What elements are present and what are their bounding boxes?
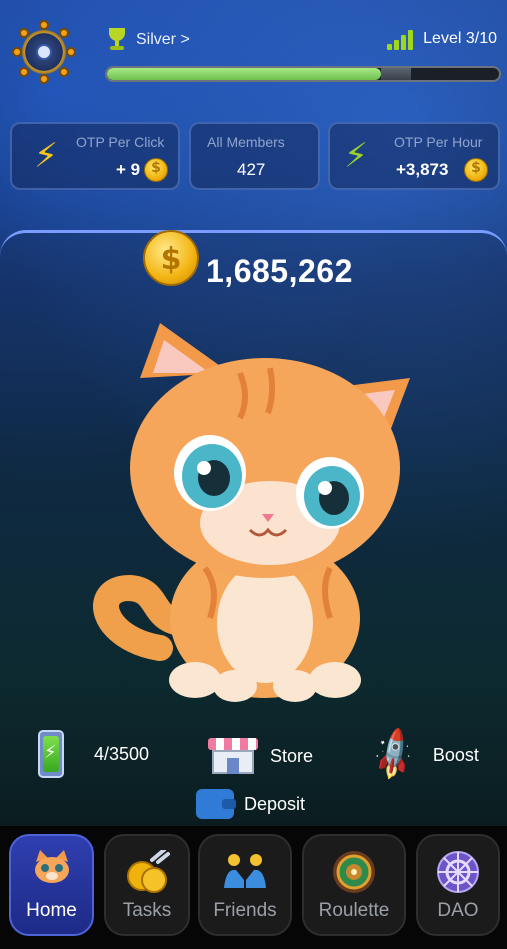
energy-value: 4/3500: [94, 743, 150, 764]
trophy-icon: [106, 28, 128, 52]
avatar-node: [59, 28, 69, 38]
nav-dao-label: DAO: [437, 900, 479, 921]
per-hour-label: OTP Per Hour: [394, 134, 483, 150]
level-progress-bar: [105, 66, 501, 82]
stats-row: ⚡ OTP Per Click + 9 All Members 427 ⚡ OT…: [10, 122, 500, 190]
per-click-value: + 9: [116, 160, 141, 179]
boost-button[interactable]: 🚀 Boost: [365, 726, 479, 785]
per-hour-card: ⚡ OTP Per Hour +3,873: [328, 122, 500, 190]
level-progress-remaining: [381, 68, 411, 80]
deposit-button[interactable]: Deposit: [196, 789, 305, 819]
per-click-label: OTP Per Click: [76, 134, 165, 150]
members-card: All Members 427: [189, 122, 320, 190]
nav-home-label: Home: [26, 900, 77, 921]
battery-icon: ⚡: [38, 730, 64, 778]
level-indicator: Level 3/10: [387, 28, 497, 50]
coins-icon: [127, 850, 170, 893]
avatar[interactable]: [12, 20, 76, 84]
roulette-icon: [333, 851, 375, 893]
nav-home[interactable]: Home: [9, 834, 94, 936]
wallet-icon: [196, 789, 236, 819]
cat-tap-target[interactable]: [90, 318, 440, 708]
per-hour-value: +3,873: [396, 160, 449, 179]
avatar-node: [19, 67, 29, 77]
lightning-icon: ⚡: [34, 136, 58, 176]
nav-dao[interactable]: DAO: [416, 834, 500, 936]
avatar-node: [39, 74, 49, 84]
top-bar: Silver > Level 3/10: [0, 0, 507, 110]
coin-icon: [144, 158, 168, 182]
user-icon: [36, 44, 52, 60]
avatar-node: [66, 47, 76, 57]
avatar-node: [39, 20, 49, 30]
balance-value: 1,685,262: [206, 253, 353, 289]
actions-area: ⚡ 4/3500 Store 🚀 Boost Deposit: [0, 725, 507, 825]
coin-icon: [143, 230, 199, 286]
level-chart-icon: [387, 28, 415, 50]
members-label: All Members: [207, 134, 285, 150]
boost-label: Boost: [432, 744, 479, 765]
bottom-nav: Home Tasks Friends Roulette DAO: [0, 826, 507, 949]
avatar-node: [19, 28, 29, 38]
rank-link[interactable]: Silver >: [106, 28, 190, 52]
nav-tasks[interactable]: Tasks: [104, 834, 190, 936]
level-progress-fill: [107, 68, 382, 80]
per-click-card: ⚡ OTP Per Click + 9: [10, 122, 180, 190]
store-label: Store: [270, 745, 314, 766]
nav-roulette[interactable]: Roulette: [302, 834, 406, 936]
avatar-node: [12, 47, 22, 57]
lightning-orbit-icon: ⚡: [344, 136, 368, 176]
deposit-label: Deposit: [244, 793, 306, 814]
store-icon: [206, 734, 260, 778]
friends-icon: [224, 854, 266, 888]
rank-label: Silver >: [136, 31, 190, 48]
energy-indicator: ⚡ 4/3500: [38, 730, 149, 778]
level-label: Level 3/10: [423, 30, 497, 47]
rocket-icon: 🚀: [364, 725, 425, 786]
nav-friends-label: Friends: [213, 900, 277, 921]
avatar-node: [59, 67, 69, 77]
cat-face-icon: [34, 850, 69, 883]
members-value: 427: [237, 160, 266, 179]
store-button[interactable]: Store: [206, 734, 313, 778]
nav-friends[interactable]: Friends: [198, 834, 292, 936]
coin-icon: [464, 158, 488, 182]
dao-icon: [437, 851, 479, 893]
nav-tasks-label: Tasks: [122, 900, 172, 921]
nav-roulette-label: Roulette: [318, 900, 390, 921]
